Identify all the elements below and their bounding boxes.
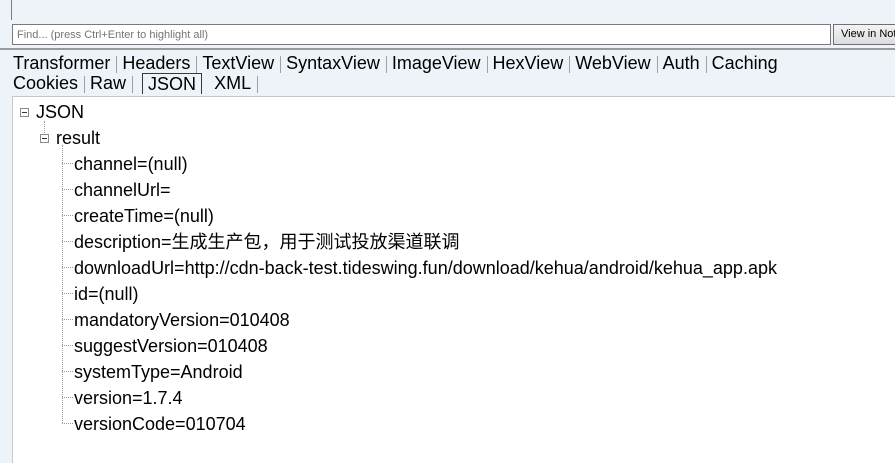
tab-row-2: Cookies Raw JSON XML bbox=[7, 72, 259, 94]
tree-leaf[interactable]: versionCode=010704 bbox=[74, 413, 246, 435]
tree-connector bbox=[62, 267, 73, 268]
tree-leaf[interactable]: channelUrl= bbox=[74, 179, 171, 201]
tree-connector bbox=[62, 293, 73, 294]
tab-textview[interactable]: TextView bbox=[196, 52, 281, 74]
tree-leaf[interactable]: description=生成生产包，用于测试投放渠道联调 bbox=[74, 231, 460, 253]
collapse-result-icon[interactable] bbox=[40, 134, 49, 143]
tree-connector bbox=[62, 189, 73, 190]
collapse-json-icon[interactable] bbox=[20, 108, 29, 117]
tabs-divider bbox=[0, 48, 895, 50]
tab-cookies[interactable]: Cookies bbox=[7, 72, 86, 94]
tab-headers[interactable]: Headers bbox=[116, 52, 198, 74]
tree-leaf[interactable]: suggestVersion=010408 bbox=[74, 335, 268, 357]
tree-connector bbox=[62, 423, 73, 424]
tree-connector bbox=[62, 397, 73, 398]
tab-json[interactable]: JSON bbox=[142, 72, 203, 94]
tree-leaf[interactable]: channel=(null) bbox=[74, 153, 188, 175]
tab-imageview[interactable]: ImageView bbox=[386, 52, 488, 74]
view-in-notepad-button[interactable]: View in Notepad bbox=[833, 24, 895, 45]
tree-leaf[interactable]: version=1.7.4 bbox=[74, 387, 183, 409]
tree-leaf[interactable]: systemType=Android bbox=[74, 361, 243, 383]
top-strip bbox=[0, 0, 895, 22]
tree-leaf[interactable]: mandatoryVersion=010408 bbox=[74, 309, 290, 331]
tab-hexview[interactable]: HexView bbox=[487, 52, 570, 74]
tree-connector bbox=[62, 145, 63, 423]
tab-webview[interactable]: WebView bbox=[569, 52, 659, 74]
tree-connector bbox=[62, 215, 73, 216]
tree-leaf[interactable]: createTime=(null) bbox=[74, 205, 214, 227]
tab-syntaxview[interactable]: SyntaxView bbox=[280, 52, 387, 74]
tree-connector bbox=[62, 241, 73, 242]
tab-transformer[interactable]: Transformer bbox=[7, 52, 118, 74]
find-input[interactable] bbox=[12, 24, 831, 45]
tab-auth[interactable]: Auth bbox=[657, 52, 707, 74]
tree-connector bbox=[62, 163, 73, 164]
tree-connector bbox=[62, 371, 73, 372]
json-tree-panel: JSON result channel=(null) channelUrl= c… bbox=[12, 96, 895, 463]
tab-xml[interactable]: XML bbox=[208, 72, 259, 94]
tab-row-1: Transformer Headers TextView SyntaxView … bbox=[7, 52, 784, 74]
tree-leaf[interactable]: downloadUrl=http://cdn-back-test.tideswi… bbox=[74, 257, 777, 279]
find-bar: View in Notepad bbox=[0, 22, 895, 48]
tree-node-json[interactable]: JSON bbox=[36, 101, 84, 123]
tree-leaf[interactable]: id=(null) bbox=[74, 283, 139, 305]
tree-connector bbox=[62, 319, 73, 320]
tree-connector bbox=[62, 345, 73, 346]
tab-raw[interactable]: Raw bbox=[84, 72, 134, 94]
splitter-mark bbox=[11, 0, 12, 20]
tab-caching[interactable]: Caching bbox=[706, 52, 784, 74]
